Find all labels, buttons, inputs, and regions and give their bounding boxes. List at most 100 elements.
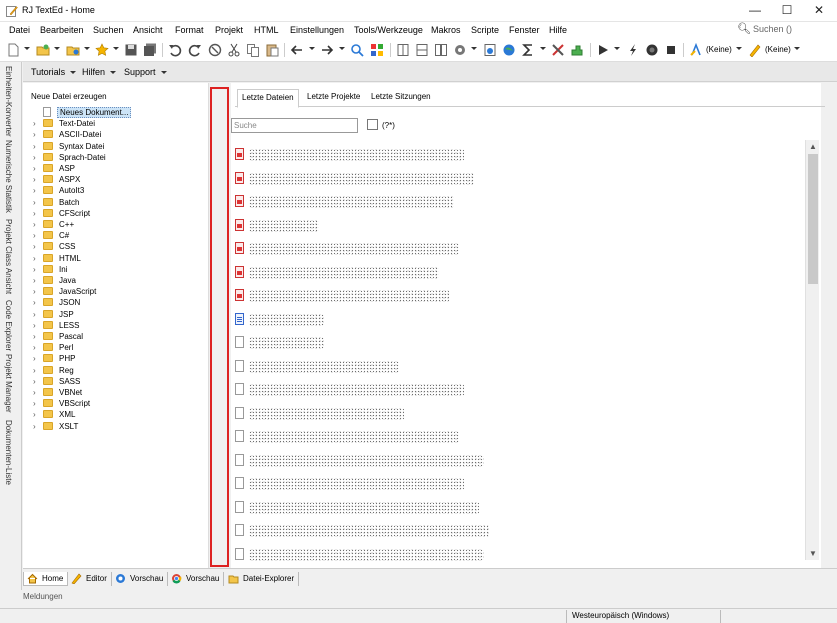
save-all-icon[interactable]: [143, 43, 157, 57]
chevron-right-icon[interactable]: ›: [33, 265, 41, 274]
file-type-item[interactable]: › XSLT: [33, 421, 203, 432]
favorites-dropdown-icon[interactable]: [113, 47, 119, 50]
tab-recent-projects[interactable]: Letzte Projekte: [303, 92, 364, 101]
file-type-item[interactable]: › JSON: [33, 297, 203, 308]
menu-projekt[interactable]: Projekt: [215, 25, 243, 35]
chevron-right-icon[interactable]: ›: [33, 220, 41, 229]
menu-fenster[interactable]: Fenster: [509, 25, 540, 35]
chevron-right-icon[interactable]: ›: [33, 422, 41, 431]
highlighter-select[interactable]: (Keine): [706, 45, 732, 54]
file-type-item[interactable]: › Text-Datei: [33, 118, 203, 129]
recent-file-item[interactable]: [235, 193, 795, 211]
new-document-item[interactable]: Neues Dokument...: [33, 107, 203, 118]
tab-preview-chrome[interactable]: Vorschau: [168, 572, 225, 586]
menu-hilfe[interactable]: Hilfe: [549, 25, 567, 35]
chevron-right-icon[interactable]: ›: [33, 332, 41, 341]
copy-icon[interactable]: [246, 43, 260, 57]
open-recent-icon[interactable]: [66, 43, 80, 57]
chevron-right-icon[interactable]: ›: [33, 343, 41, 352]
split-horizontal-icon[interactable]: [415, 43, 429, 57]
file-type-item[interactable]: › ASCII-Datei: [33, 129, 203, 140]
chevron-right-icon[interactable]: ›: [33, 276, 41, 285]
file-type-item[interactable]: › VBNet: [33, 387, 203, 398]
file-type-item[interactable]: › JSP: [33, 309, 203, 320]
chevron-right-icon[interactable]: ›: [33, 287, 41, 296]
plugin-icon[interactable]: [570, 43, 584, 57]
chevron-right-icon[interactable]: ›: [33, 366, 41, 375]
chevron-right-icon[interactable]: ›: [33, 399, 41, 408]
tab-editor[interactable]: Editor: [68, 572, 112, 586]
file-type-item[interactable]: › XML: [33, 409, 203, 420]
chevron-right-icon[interactable]: ›: [33, 153, 41, 162]
record-macro-icon[interactable]: [645, 43, 659, 57]
paste-icon[interactable]: [265, 43, 279, 57]
chevron-right-icon[interactable]: ›: [33, 298, 41, 307]
tab-file-explorer[interactable]: Datei-Explorer: [225, 572, 300, 586]
chevron-down-icon[interactable]: ▼: [809, 549, 817, 558]
file-type-item[interactable]: › JavaScript: [33, 286, 203, 297]
chevron-right-icon[interactable]: ›: [33, 254, 41, 263]
play-dropdown-icon[interactable]: [614, 47, 620, 50]
recent-file-item[interactable]: [235, 311, 795, 329]
menu-suchen[interactable]: Suchen: [93, 25, 124, 35]
recent-file-item[interactable]: [235, 170, 795, 188]
lightning-icon[interactable]: [626, 43, 640, 57]
chevron-right-icon[interactable]: ›: [33, 410, 41, 419]
highlighter-dropdown-icon[interactable]: [736, 47, 742, 50]
file-type-item[interactable]: › VBScript: [33, 398, 203, 409]
color-picker-icon[interactable]: [370, 43, 384, 57]
new-file-dropdown-icon[interactable]: [24, 47, 30, 50]
back-arrow-icon[interactable]: [290, 43, 304, 57]
tab-unit-converter[interactable]: Einheiten-Konverter: [4, 66, 13, 137]
tab-project-manager[interactable]: Projekt Manager: [4, 354, 13, 413]
recent-file-item[interactable]: [235, 499, 795, 517]
file-type-item[interactable]: › HTML: [33, 253, 203, 264]
chevron-right-icon[interactable]: ›: [33, 130, 41, 139]
support-menu[interactable]: Support: [124, 67, 167, 77]
chevron-right-icon[interactable]: ›: [33, 164, 41, 173]
file-type-item[interactable]: › C#: [33, 230, 203, 241]
tools-icon[interactable]: [551, 43, 565, 57]
menu-html[interactable]: HTML: [254, 25, 279, 35]
maximize-button[interactable]: ☐: [771, 0, 803, 22]
split-vertical-icon[interactable]: [396, 43, 410, 57]
minimize-button[interactable]: —: [739, 0, 771, 22]
tab-code-explorer[interactable]: Code Explorer: [4, 300, 13, 351]
file-type-item[interactable]: › Batch: [33, 197, 203, 208]
recent-file-item[interactable]: [235, 264, 795, 282]
recent-file-item[interactable]: [235, 475, 795, 493]
find-icon[interactable]: [350, 43, 364, 57]
recent-file-item[interactable]: [235, 334, 795, 352]
global-search[interactable]: 🔍︎ Suchen (): [737, 23, 817, 36]
file-type-item[interactable]: › ASP: [33, 163, 203, 174]
chevron-right-icon[interactable]: ›: [33, 119, 41, 128]
chevron-right-icon[interactable]: ›: [33, 209, 41, 218]
recent-file-item[interactable]: [235, 428, 795, 446]
recent-dropdown-icon[interactable]: [84, 47, 90, 50]
chevron-right-icon[interactable]: ›: [33, 242, 41, 251]
menu-einstellungen[interactable]: Einstellungen: [290, 25, 344, 35]
tab-class-view[interactable]: Projekt Class Ansicht: [4, 219, 13, 294]
file-type-item[interactable]: › Pascal: [33, 331, 203, 342]
forward-arrow-icon[interactable]: [320, 43, 334, 57]
new-file-icon[interactable]: [6, 43, 20, 57]
spelling-dropdown-icon[interactable]: [794, 47, 800, 50]
file-type-item[interactable]: › SASS: [33, 376, 203, 387]
chevron-up-icon[interactable]: ▲: [809, 142, 817, 151]
tab-recent-sessions[interactable]: Letzte Sitzungen: [367, 92, 435, 101]
recent-file-item[interactable]: [235, 146, 795, 164]
file-type-item[interactable]: › Perl: [33, 342, 203, 353]
preview-icon[interactable]: [483, 43, 497, 57]
settings-gear-icon[interactable]: [453, 43, 467, 57]
file-type-item[interactable]: › PHP: [33, 353, 203, 364]
recent-file-item[interactable]: [235, 546, 795, 564]
chevron-right-icon[interactable]: ›: [33, 186, 41, 195]
chevron-right-icon[interactable]: ›: [33, 142, 41, 151]
menu-tools[interactable]: Tools/Werkzeuge: [354, 25, 423, 35]
compare-icon[interactable]: [434, 43, 448, 57]
undo-icon[interactable]: [168, 43, 182, 57]
tab-numeric-stats[interactable]: Numerische Statistik: [4, 140, 13, 213]
help-menu[interactable]: Hilfen: [82, 67, 117, 77]
chevron-right-icon[interactable]: ›: [33, 377, 41, 386]
forward-dropdown-icon[interactable]: [339, 47, 345, 50]
